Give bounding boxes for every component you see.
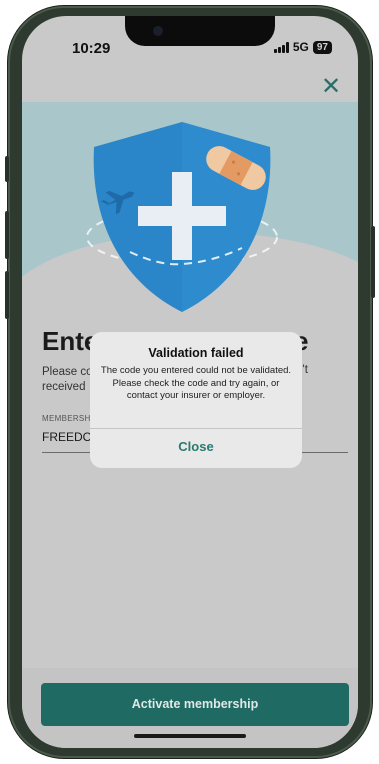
signal-icon [273,41,289,53]
intro-text-line2: received [42,381,86,393]
dialog-message: The code you entered could not be valida… [100,365,292,401]
dialog-title: Validation failed [148,346,244,360]
intro-text-start: Please co [42,366,93,378]
shield-icon [86,122,278,312]
dialog-close-button[interactable]: Close [90,429,302,468]
battery-icon: 97 [312,40,332,54]
hero-illustration [22,102,358,312]
volume-up-button [5,211,9,259]
notch [125,16,275,46]
network-label: 5G [292,40,309,54]
volume-down-button [5,271,9,319]
status-icons: 5G 97 [273,40,332,54]
status-time: 10:29 [72,40,111,57]
mute-switch [5,156,9,182]
home-indicator [134,734,246,738]
membership-field-label: MEMBERSH [42,414,91,423]
activate-membership-button[interactable]: Activate membership [41,683,349,726]
close-icon[interactable]: ✕ [318,74,344,100]
screen: 10:29 5G 97 ✕ Ente Please co received ME… [22,16,358,748]
power-button [371,226,375,298]
validation-alert-dialog: Validation failed The code you entered c… [90,332,302,468]
